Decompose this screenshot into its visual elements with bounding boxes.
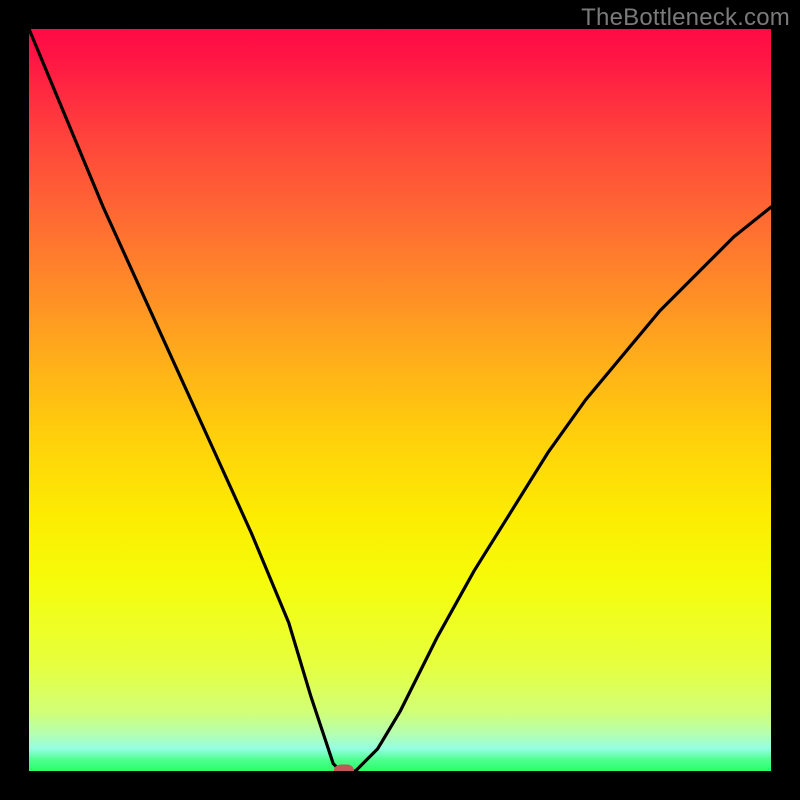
bottleneck-curve bbox=[29, 29, 771, 771]
optimal-point-marker bbox=[334, 765, 354, 772]
curve-layer bbox=[29, 29, 771, 771]
watermark-text: TheBottleneck.com bbox=[581, 4, 790, 32]
plot-area bbox=[29, 29, 771, 771]
chart-frame: TheBottleneck.com bbox=[0, 0, 800, 800]
